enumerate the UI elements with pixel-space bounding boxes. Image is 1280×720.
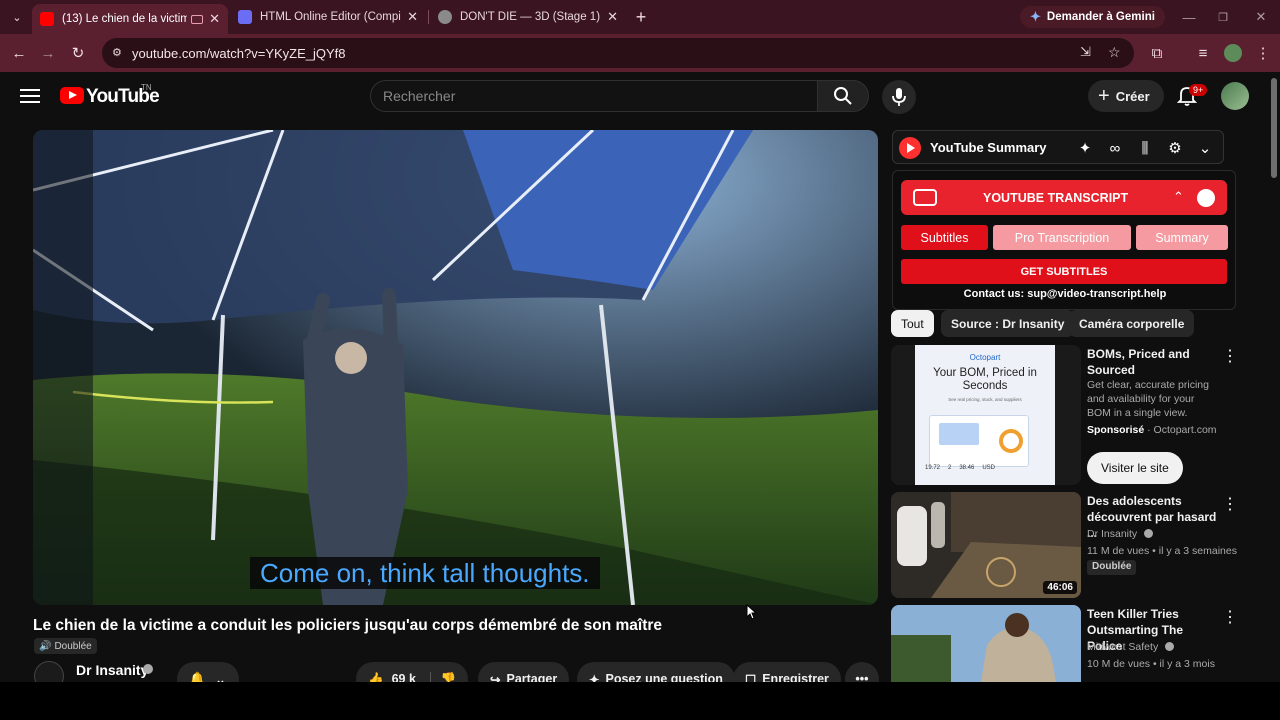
- get-subtitles-button[interactable]: GET SUBTITLES: [901, 259, 1227, 284]
- install-app-icon[interactable]: ⇲: [1080, 44, 1091, 60]
- extensions-puzzle-icon[interactable]: ⧉: [1146, 42, 1168, 64]
- rec-meta-1: 11 M de vues • il y a 3 semaines: [1087, 545, 1237, 557]
- hamburger-menu-icon[interactable]: [20, 86, 40, 106]
- youtube-transcript-extension: YOUTUBE TRANSCRIPT ⌃ Subtitles Pro Trans…: [892, 170, 1236, 310]
- search-box: [370, 80, 818, 112]
- tab-divider: [428, 10, 429, 24]
- ad-image: Octopart Your BOM, Priced in Seconds See…: [915, 345, 1055, 485]
- chevron-up-icon[interactable]: ⌃: [1173, 189, 1184, 205]
- filter-chip-all[interactable]: Tout: [891, 310, 934, 337]
- ad-sponsor-line: Sponsorisé · Octopart.com: [1087, 424, 1217, 436]
- summary-button[interactable]: Summary: [1136, 225, 1228, 250]
- glasses-icon[interactable]: ∞: [1106, 139, 1124, 157]
- browser-tab-strip: ⌄ (13) Le chien de la victime a ✕ HTML O…: [0, 0, 1280, 34]
- mouse-cursor-icon: [746, 604, 758, 620]
- gemini-sparkle-icon: ✦: [1030, 9, 1041, 24]
- forward-arrow-icon[interactable]: →: [37, 42, 59, 64]
- tab-dont-die[interactable]: DON'T DIE — 3D (Stage 1) ✕: [430, 4, 626, 30]
- youtube-summary-extension: YouTube Summary ✦ ∞ ⫼ ⚙ ⌄: [892, 130, 1224, 164]
- ask-gemini-button[interactable]: ✦ Demander à Gemini: [1020, 6, 1165, 28]
- visit-site-button[interactable]: Visiter le site: [1087, 452, 1183, 484]
- video-subtitle-caption: Come on, think tall thoughts.: [250, 557, 600, 589]
- verified-badge-icon: [1165, 642, 1175, 651]
- plus-icon: +: [1098, 84, 1110, 107]
- browser-menu-icon[interactable]: ⋮: [1252, 42, 1274, 64]
- profile-avatar-icon[interactable]: [1222, 42, 1244, 64]
- reload-icon[interactable]: ↻: [67, 42, 89, 64]
- globe-favicon-icon: [438, 10, 452, 24]
- rec-thumbnail-2[interactable]: [891, 605, 1081, 682]
- filter-chip-source[interactable]: Source : Dr Insanity: [941, 310, 1075, 337]
- dubbed-badge: Doublée: [1087, 560, 1137, 575]
- captions-icon: [913, 189, 937, 206]
- dubbed-badge: 🔊 Doublée: [34, 638, 97, 654]
- country-code: TN: [141, 83, 152, 92]
- contact-text: Contact us: sup@video-transcript.help: [963, 288, 1167, 300]
- ad-description: Get clear, accurate pricing and availabi…: [1087, 379, 1209, 419]
- youtube-logo-icon[interactable]: [60, 87, 84, 104]
- close-tab-icon[interactable]: ✕: [209, 11, 220, 27]
- youtube-header: YouTube TN + Créer 9+: [0, 72, 1268, 120]
- address-bar[interactable]: ⚙ youtube.com/watch?v=YKyZE_jQYf8 ⇲ ☆: [102, 38, 1134, 68]
- channel-name[interactable]: Dr Insanity: [76, 662, 148, 678]
- voice-search-button[interactable]: [882, 80, 916, 114]
- search-icon: [834, 87, 852, 105]
- new-tab-plus-icon[interactable]: +: [630, 6, 652, 28]
- subtitles-button[interactable]: Subtitles: [901, 225, 988, 250]
- pro-transcription-button[interactable]: Pro Transcription: [993, 225, 1131, 250]
- notification-count-badge: 9+: [1189, 84, 1208, 96]
- rec-meta-2: 10 M de vues • il y a 3 mois: [1087, 658, 1215, 670]
- rec-thumbnail-1[interactable]: 46:06: [891, 492, 1081, 598]
- user-account-icon[interactable]: [1197, 189, 1215, 207]
- tab-search-chevron-icon[interactable]: ⌄: [6, 6, 28, 28]
- ad-title[interactable]: BOMs, Priced and Sourced: [1087, 346, 1217, 378]
- ai-sparkle-icon[interactable]: ✦: [1076, 139, 1094, 157]
- tab-html-editor[interactable]: HTML Online Editor (Compiler, ✕: [230, 4, 426, 30]
- browser-toolbar: ← → ↻ ⚙ youtube.com/watch?v=YKyZE_jQYf8 …: [0, 34, 1280, 72]
- site-info-icon[interactable]: ⚙: [112, 46, 122, 59]
- microphone-icon: [892, 88, 906, 106]
- video-duration: 46:06: [1043, 581, 1077, 594]
- close-tab-icon[interactable]: ✕: [407, 9, 418, 25]
- minimize-window-icon[interactable]: —: [1178, 6, 1200, 28]
- account-avatar[interactable]: [1221, 82, 1249, 110]
- video-title: Le chien de la victime a conduit les pol…: [33, 617, 663, 634]
- create-button[interactable]: + Créer: [1088, 80, 1164, 112]
- dub-audio-icon: 🔊: [39, 640, 52, 652]
- page-scrollbar[interactable]: [1268, 72, 1280, 682]
- html-editor-favicon-icon: [238, 10, 252, 24]
- verified-badge-icon: [1144, 529, 1154, 538]
- video-player[interactable]: [33, 130, 878, 605]
- verified-badge-icon: [143, 664, 153, 674]
- video-frame: [33, 130, 878, 605]
- search-input[interactable]: [383, 88, 803, 104]
- youtube-favicon-icon: [40, 12, 54, 26]
- summary-logo-icon: [899, 137, 921, 159]
- media-controls-icon[interactable]: ≡: [1192, 42, 1214, 64]
- more-vertical-icon[interactable]: ⋮: [1222, 346, 1238, 366]
- close-window-icon[interactable]: ✕: [1250, 6, 1272, 28]
- search-button[interactable]: [817, 80, 869, 112]
- transcript-header-bar[interactable]: YOUTUBE TRANSCRIPT ⌃: [901, 180, 1227, 215]
- more-vertical-icon[interactable]: ⋮: [1222, 607, 1238, 627]
- more-vertical-icon[interactable]: ⋮: [1222, 494, 1238, 514]
- bookmark-star-icon[interactable]: ☆: [1108, 44, 1121, 61]
- back-arrow-icon[interactable]: ←: [8, 42, 30, 64]
- bottom-black-band: [0, 682, 1280, 720]
- chevron-down-icon[interactable]: ⌄: [1196, 139, 1214, 157]
- filter-chip-bodycam[interactable]: Caméra corporelle: [1069, 310, 1195, 337]
- close-tab-icon[interactable]: ✕: [607, 9, 618, 25]
- rec-channel-2[interactable]: Midwest Safety: [1087, 641, 1175, 653]
- tab-youtube-video[interactable]: (13) Le chien de la victime a ✕: [32, 4, 228, 34]
- scrollbar-thumb[interactable]: [1271, 78, 1277, 178]
- rec-channel-1[interactable]: Dr Insanity: [1087, 528, 1154, 540]
- settings-gear-icon[interactable]: ⚙: [1166, 139, 1184, 157]
- media-playing-icon: [191, 14, 204, 24]
- audio-wave-icon[interactable]: ⫼: [1136, 139, 1154, 157]
- ad-thumbnail[interactable]: Octopart Your BOM, Priced in Seconds See…: [891, 345, 1081, 485]
- restore-window-icon[interactable]: ❐: [1212, 6, 1234, 28]
